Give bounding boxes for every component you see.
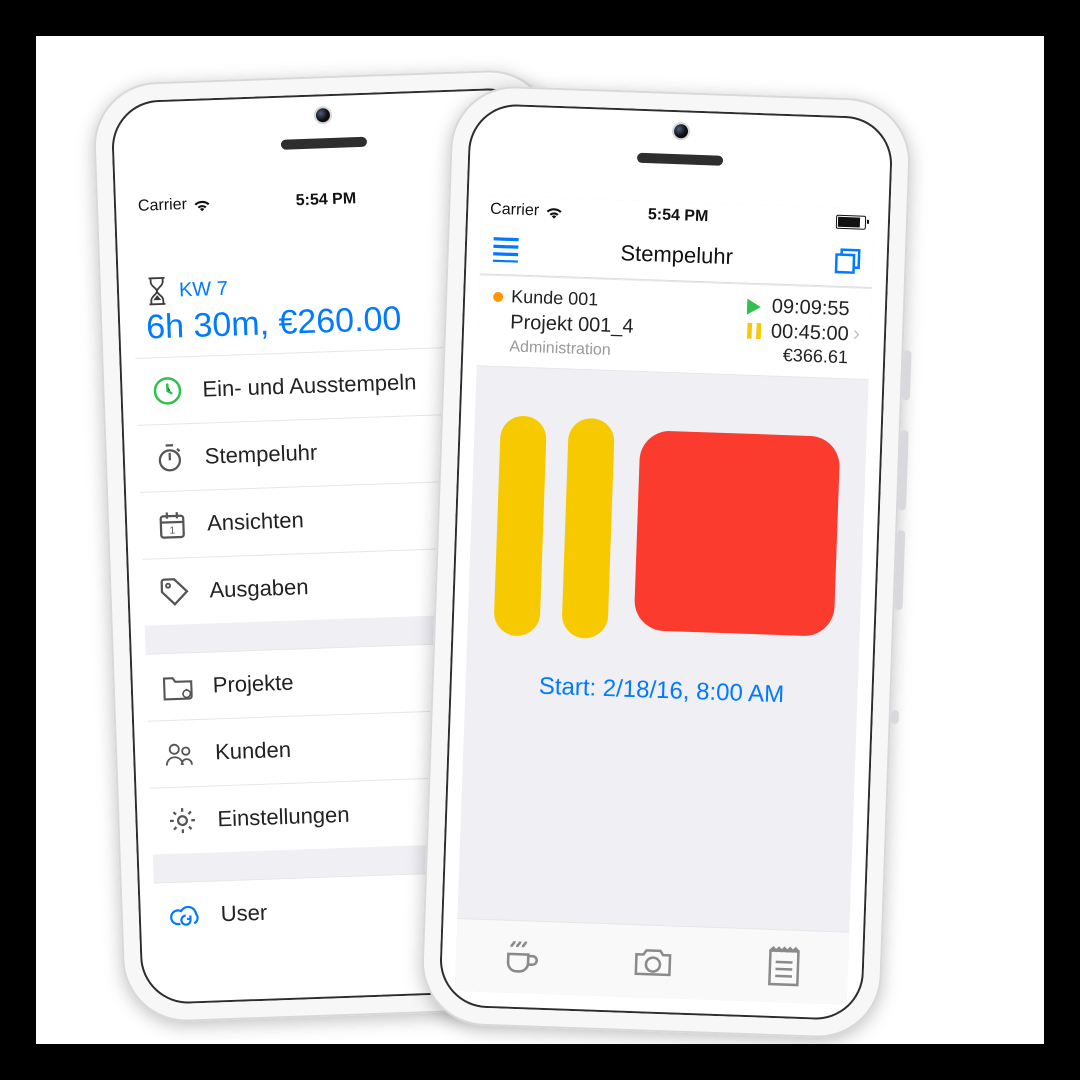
amount-label: €366.61 <box>783 345 849 368</box>
control-row <box>467 366 868 648</box>
side-button-icon <box>890 710 898 724</box>
menu-label: Ansichten <box>207 507 304 536</box>
side-button-icon <box>894 530 905 610</box>
phone-right: Carrier 5:54 PM Stempeluhr <box>420 84 913 1039</box>
project-label: Projekt 001_4 <box>510 311 699 341</box>
play-icon <box>746 298 763 315</box>
pause-icon <box>747 323 762 339</box>
week-label: KW 7 <box>179 277 229 302</box>
menu-label: User <box>220 900 267 928</box>
front-camera-icon <box>316 108 330 122</box>
wifi-icon <box>193 197 211 212</box>
stopwatch-icon <box>152 442 187 473</box>
speaker-icon <box>281 137 367 150</box>
status-dot-icon <box>493 292 503 302</box>
speaker-icon <box>637 153 723 166</box>
pause-button[interactable] <box>493 415 615 639</box>
page-title: Stempeluhr <box>620 240 733 270</box>
task-label: Administration <box>509 338 698 363</box>
menu-label: Projekte <box>212 670 294 699</box>
battery-icon <box>836 215 866 230</box>
camera-button[interactable] <box>631 941 674 982</box>
copy-button[interactable] <box>832 236 864 287</box>
users-icon <box>163 738 198 769</box>
calendar-icon: 1 <box>155 509 190 540</box>
gear-icon <box>165 805 200 836</box>
client-label: Kunde 001 <box>511 286 700 314</box>
carrier-label: Carrier <box>138 196 187 216</box>
side-button-icon <box>902 350 912 400</box>
notes-button[interactable] <box>764 945 803 988</box>
menu-label: Stempeluhr <box>204 440 317 470</box>
screen-right: Carrier 5:54 PM Stempeluhr <box>455 195 875 1004</box>
svg-text:1: 1 <box>169 525 175 536</box>
break-time: 00:45:00 <box>771 320 850 346</box>
break-coffee-button[interactable] <box>501 937 542 978</box>
wifi-icon <box>545 205 563 220</box>
bottom-toolbar <box>455 918 849 1005</box>
run-time: 09:09:55 <box>771 296 850 322</box>
menu-label: Ausgaben <box>209 574 309 603</box>
cloud-sync-icon <box>168 901 203 930</box>
start-time-label: Start: 2/18/16, 8:00 AM <box>465 670 858 712</box>
side-button-icon <box>898 430 909 510</box>
menu-label: Kunden <box>215 737 292 766</box>
stage: Carrier 5:54 PM KW 7 <box>36 36 1044 1044</box>
menu-label: Einstellungen <box>217 802 350 833</box>
clock-icon <box>150 375 185 406</box>
pricetag-icon <box>157 576 192 607</box>
chevron-right-icon: › <box>848 320 864 347</box>
front-camera-icon <box>674 124 688 138</box>
folder-gear-icon <box>160 671 195 702</box>
hourglass-icon <box>144 276 169 307</box>
menu-label: Ein- und Ausstempeln <box>202 369 417 402</box>
hamburger-button[interactable] <box>490 224 522 275</box>
carrier-label: Carrier <box>490 201 539 221</box>
active-entry-card[interactable]: Kunde 001 Projekt 001_4 Administration 0… <box>477 274 872 380</box>
stop-button[interactable] <box>634 430 841 637</box>
